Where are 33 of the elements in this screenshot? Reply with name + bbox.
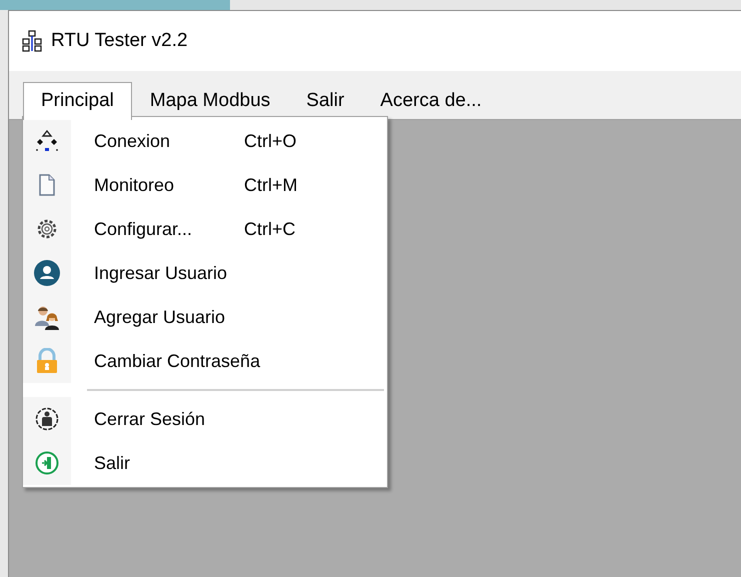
menu-item[interactable]: Cambiar Contraseña [23, 339, 387, 383]
person-icon [35, 407, 59, 431]
gear-icon [35, 217, 59, 241]
menu-item-label: Cambiar Contraseña [94, 350, 260, 372]
shortcut-label: Ctrl+C [244, 218, 296, 240]
users-icon [34, 304, 60, 330]
menu-bar-item[interactable]: Acerca de... [362, 82, 500, 120]
menu-bar-item[interactable]: Mapa Modbus [132, 82, 288, 120]
shortcut-label: Ctrl+M [244, 174, 298, 196]
shortcut-label: Ctrl+O [244, 130, 297, 152]
document-icon [37, 173, 57, 197]
menu-item-label: Salir [94, 452, 130, 474]
menu-item[interactable]: Salir [23, 441, 387, 485]
network-icon [35, 129, 59, 153]
menu-item-label: Configurar... [94, 218, 194, 241]
menu-item[interactable]: Cerrar Sesión [23, 397, 387, 441]
menu-item-label: Agregar Usuario [94, 306, 226, 329]
menu-bar-item[interactable]: Salir [288, 82, 362, 120]
menu-item-label: Conexion [94, 130, 172, 152]
menu-item[interactable]: Agregar Usuario [23, 295, 387, 339]
menu-item[interactable]: Monitoreo Ctrl+M [23, 163, 387, 207]
menu-item-label: Ingresar Usuario [94, 262, 228, 285]
menu-item-label: Monitoreo [94, 174, 176, 196]
menu-item[interactable]: Conexion Ctrl+O [23, 119, 387, 163]
menu-item[interactable]: Configurar... Ctrl+C [23, 207, 387, 251]
app-icon [21, 30, 43, 52]
menu-item[interactable]: Ingresar Usuario [23, 251, 387, 295]
user-icon [34, 260, 60, 286]
window-title: RTU Tester v2.2 [51, 28, 188, 53]
exit-icon [35, 451, 59, 475]
lock-icon [35, 348, 59, 374]
menu-bar-item[interactable]: Principal [23, 82, 132, 120]
menu-item-label: Cerrar Sesión [94, 408, 206, 430]
